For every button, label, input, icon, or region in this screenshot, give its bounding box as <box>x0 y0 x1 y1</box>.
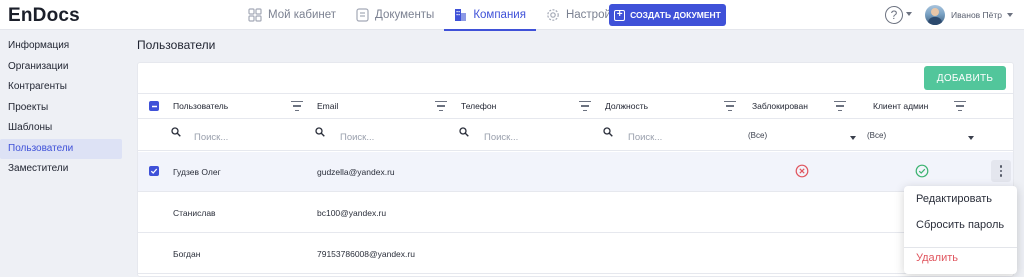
nav-item-label: Мой кабинет <box>268 9 337 21</box>
chevron-down-icon <box>850 136 856 140</box>
column-header-blocked[interactable]: Заблокирован <box>752 94 808 118</box>
search-icon <box>603 127 613 137</box>
filter-icon[interactable] <box>579 101 591 112</box>
minus-icon <box>151 105 157 107</box>
menu-item-reset-password[interactable]: Сбросить пароль <box>916 219 1004 231</box>
filter-icon[interactable] <box>724 101 736 112</box>
cell-email: bc100@yandex.ru <box>317 207 387 218</box>
row-context-menu: Редактировать Сбросить пароль Удалить <box>904 186 1017 274</box>
help-caret-icon[interactable] <box>906 12 912 16</box>
client-admin-check-icon <box>915 164 929 178</box>
page-title: Пользователи <box>137 38 216 52</box>
grid-icon <box>248 8 262 22</box>
blocked-filter-value: (Все) <box>748 131 768 140</box>
main-nav: Мой кабинет Документы Компания Настройки <box>238 0 632 31</box>
cell-user: Станислав <box>173 207 216 218</box>
filter-row: (Все) (Все) <box>138 119 1013 151</box>
sidebar: Информация Организации Контрагенты Проек… <box>0 36 130 180</box>
filter-icon[interactable] <box>954 101 966 112</box>
user-menu-caret-icon[interactable] <box>1007 13 1013 17</box>
blocked-status-icon <box>795 164 809 178</box>
menu-divider <box>904 247 1017 248</box>
filter-icon[interactable] <box>291 101 303 112</box>
cell-user: Гудзев Олег <box>173 166 221 177</box>
menu-item-edit[interactable]: Редактировать <box>916 193 992 205</box>
table-row[interactable]: Станислав bc100@yandex.ru <box>138 193 1013 233</box>
sidebar-item-templates[interactable]: Шаблоны <box>0 118 122 139</box>
column-header-user[interactable]: Пользователь <box>173 94 228 118</box>
client-admin-filter-value: (Все) <box>867 131 887 140</box>
table-row[interactable]: Богдан 79153786008@yandex.ru <box>138 234 1013 274</box>
table-header: Пользователь Email Телефон Должность Заб… <box>138 93 1013 119</box>
column-header-position[interactable]: Должность <box>605 94 648 118</box>
check-icon <box>150 168 158 174</box>
sidebar-item-counterparties[interactable]: Контрагенты <box>0 77 122 98</box>
building-icon <box>455 9 467 21</box>
users-table-card: ДОБАВИТЬ Пользователь Email Телефон Долж… <box>137 62 1014 277</box>
search-phone-input[interactable] <box>484 130 594 144</box>
filter-icon[interactable] <box>435 101 447 112</box>
gear-icon <box>547 9 559 21</box>
column-header-email[interactable]: Email <box>317 94 338 118</box>
column-header-client-admin[interactable]: Клиент админ <box>873 94 928 118</box>
search-icon <box>171 127 181 137</box>
user-name[interactable]: Иванов Пётр <box>951 10 1002 20</box>
sidebar-item-organizations[interactable]: Организации <box>0 57 122 78</box>
chevron-down-icon <box>968 136 974 140</box>
app-logo[interactable]: EnDocs <box>8 5 80 27</box>
column-header-phone[interactable]: Телефон <box>461 94 496 118</box>
create-document-label: СОЗДАТЬ ДОКУМЕНТ <box>630 10 721 20</box>
document-icon <box>356 8 369 22</box>
sidebar-item-info[interactable]: Информация <box>0 36 122 57</box>
sidebar-item-deputies[interactable]: Заместители <box>0 159 122 180</box>
row-checkbox[interactable] <box>149 166 159 176</box>
client-admin-filter-select[interactable]: (Все) <box>867 131 974 145</box>
search-icon <box>315 127 325 137</box>
search-email-input[interactable] <box>340 130 450 144</box>
sidebar-item-projects[interactable]: Проекты <box>0 98 122 119</box>
search-icon <box>459 127 469 137</box>
add-user-button[interactable]: ДОБАВИТЬ <box>924 66 1006 90</box>
nav-item-documents[interactable]: Документы <box>346 0 444 30</box>
filter-icon[interactable] <box>834 101 846 112</box>
nav-item-label: Компания <box>473 9 526 21</box>
select-all-checkbox[interactable] <box>149 101 159 111</box>
cell-email: 79153786008@yandex.ru <box>317 248 415 259</box>
search-user-input[interactable] <box>194 130 304 144</box>
sidebar-item-users[interactable]: Пользователи <box>0 138 122 159</box>
create-document-button[interactable]: + СОЗДАТЬ ДОКУМЕНТ <box>609 4 726 26</box>
plus-icon: + <box>614 9 626 21</box>
cell-user: Богдан <box>173 248 201 259</box>
blocked-filter-select[interactable]: (Все) <box>748 131 856 145</box>
avatar[interactable] <box>925 5 945 25</box>
nav-item-company[interactable]: Компания <box>444 0 536 31</box>
top-bar: EnDocs Мой кабинет Документы Компания На… <box>0 0 1024 31</box>
search-position-input[interactable] <box>628 130 738 144</box>
row-actions-menu-icon[interactable] <box>991 160 1011 182</box>
cell-email: gudzella@yandex.ru <box>317 166 395 177</box>
nav-item-label: Документы <box>375 9 435 21</box>
table-row[interactable]: Гудзев Олег gudzella@yandex.ru <box>138 152 1013 192</box>
menu-item-delete[interactable]: Удалить <box>916 252 958 264</box>
nav-item-my-cabinet[interactable]: Мой кабинет <box>238 0 346 30</box>
help-icon[interactable]: ? <box>885 6 903 24</box>
